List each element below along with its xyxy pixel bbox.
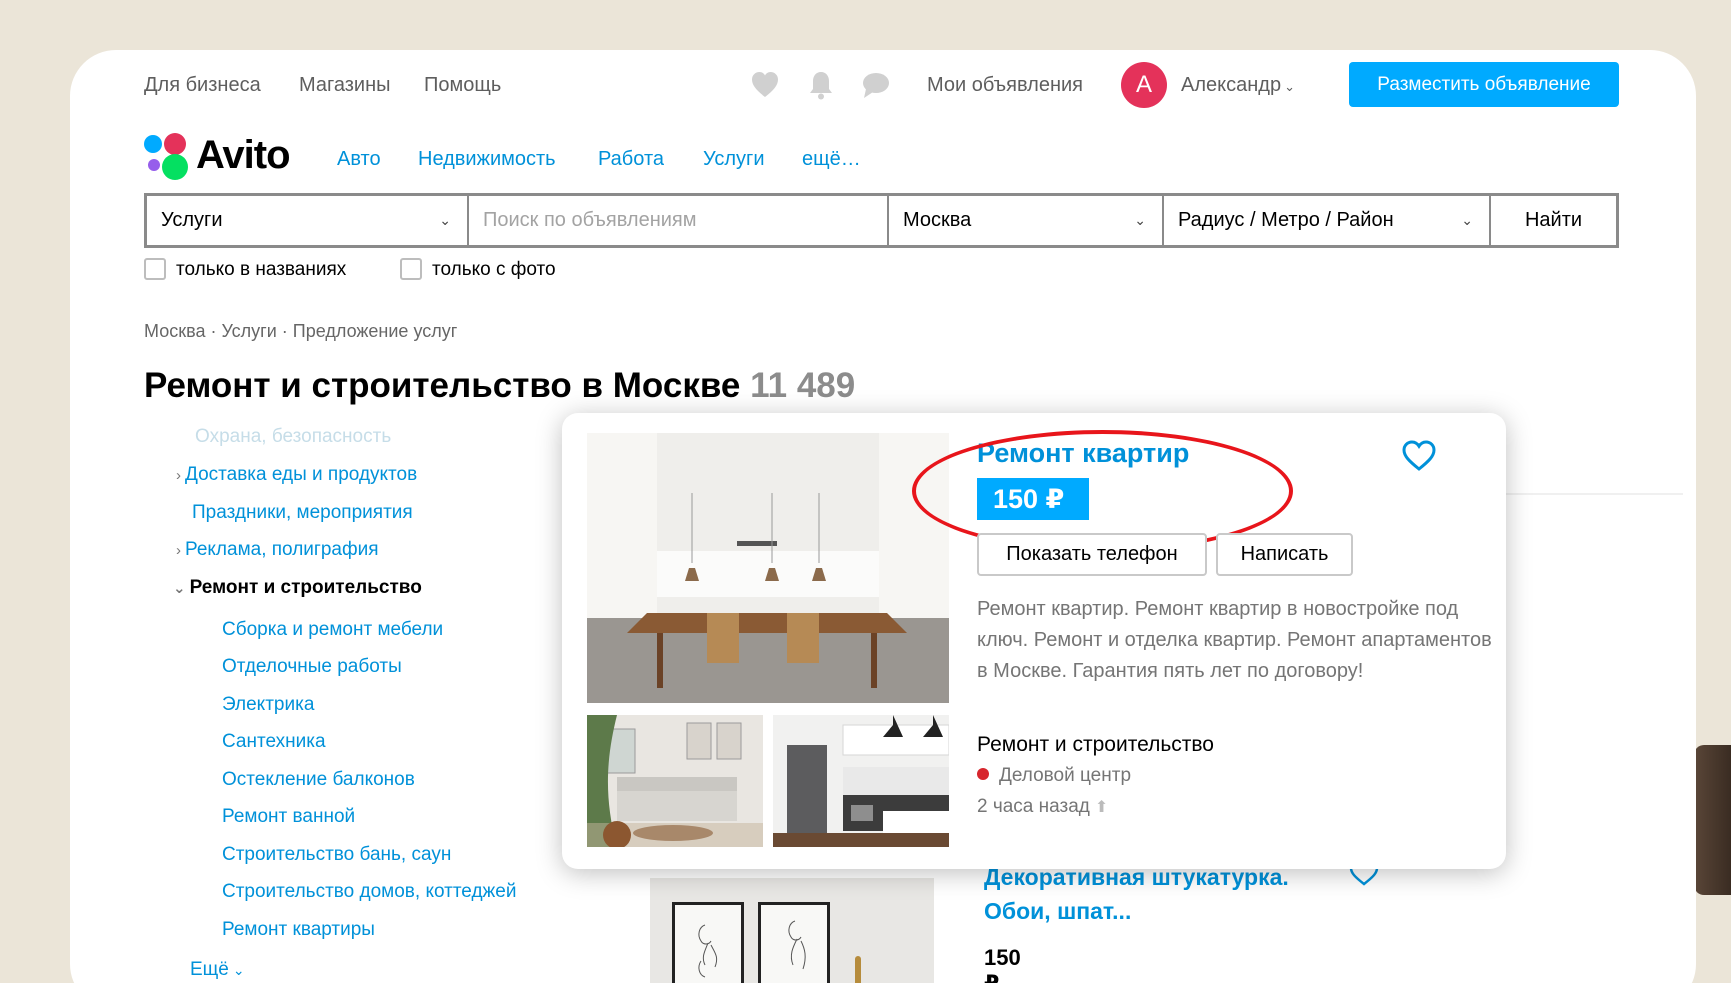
heart-icon[interactable] xyxy=(750,70,780,100)
logo-dot-blue xyxy=(144,135,162,153)
metro-dot-icon xyxy=(977,768,989,780)
logo-text: Avito xyxy=(196,133,291,177)
sidebar-subitem-finishing[interactable]: Отделочные работы xyxy=(222,656,402,678)
chevron-right-icon: › xyxy=(176,542,181,559)
background-figure xyxy=(1694,745,1731,895)
chevron-down-icon: ⌄ xyxy=(232,962,245,978)
favorite-heart-icon[interactable] xyxy=(1401,439,1437,473)
city-select[interactable]: Москва ⌄ xyxy=(889,196,1164,245)
chevron-down-icon: ⌄ xyxy=(439,212,451,228)
user-menu[interactable]: Александр ⌄ xyxy=(1181,74,1295,97)
nav-cat-realty[interactable]: Недвижимость xyxy=(418,148,556,171)
business-link[interactable]: Для бизнеса xyxy=(144,74,261,97)
sidebar-subitem-apartments[interactable]: Ремонт квартиры xyxy=(222,919,375,941)
titles-only-label: только в названиях xyxy=(176,259,347,280)
sidebar-more-label: Ещё xyxy=(190,959,229,980)
checkbox-box[interactable] xyxy=(144,258,166,280)
chevron-down-icon: ⌄ xyxy=(1461,212,1473,228)
help-link[interactable]: Помощь xyxy=(424,74,501,97)
ad-location: Деловой центр xyxy=(977,765,1131,787)
logo-dot-green xyxy=(162,154,188,180)
shops-link[interactable]: Магазины xyxy=(299,74,391,97)
chevron-down-icon: ⌄ xyxy=(1134,212,1146,228)
logo-dot-purple xyxy=(148,159,160,171)
ad-thumb-kitchen[interactable] xyxy=(773,715,949,847)
top-bar: Для бизнеса Магазины Помощь Мои объявлен… xyxy=(70,50,1696,120)
sidebar-more[interactable]: Ещё ⌄ xyxy=(190,959,245,981)
radius-select[interactable]: Радиус / Метро / Район ⌄ xyxy=(1164,196,1491,245)
search-input[interactable]: Поиск по объявлениям xyxy=(469,196,889,245)
checkbox-box[interactable] xyxy=(400,258,422,280)
category-select[interactable]: Услуги ⌄ xyxy=(147,196,469,245)
city-select-value: Москва xyxy=(903,209,972,231)
with-photo-label: только с фото xyxy=(432,259,556,280)
sidebar-subitem-plumbing[interactable]: Сантехника xyxy=(222,731,326,753)
logo-dot-red xyxy=(164,133,186,155)
ad-thumb-livingroom[interactable] xyxy=(587,715,763,847)
ad-category: Ремонт и строительство xyxy=(977,733,1214,756)
sidebar-subitem-bathroom[interactable]: Ремонт ванной xyxy=(222,806,355,828)
write-button[interactable]: Написать xyxy=(1216,533,1353,576)
chevron-right-icon: › xyxy=(176,467,181,484)
sidebar-subitem-furniture[interactable]: Сборка и ремонт мебели xyxy=(222,619,443,641)
ad-location-text: Деловой центр xyxy=(999,765,1132,786)
search-bar: Услуги ⌄ Поиск по объявлениям Москва ⌄ Р… xyxy=(144,193,1619,248)
wall-lamp xyxy=(855,956,861,983)
show-phone-button[interactable]: Показать телефон xyxy=(977,533,1207,576)
user-name: Александр xyxy=(1181,74,1282,96)
result-count: 11 489 xyxy=(750,366,856,405)
chat-icon[interactable] xyxy=(861,70,891,100)
sidebar-subitem-saunas[interactable]: Строительство бань, саун xyxy=(222,844,451,866)
avito-logo[interactable]: Avito xyxy=(144,133,304,183)
nav-cat-jobs[interactable]: Работа xyxy=(598,148,664,171)
page-title-text: Ремонт и строительство в Москве xyxy=(144,366,741,405)
raise-arrow-icon: ⬆ xyxy=(1094,799,1109,816)
nav-cat-more[interactable]: ещё… xyxy=(802,148,861,171)
sidebar-item-events[interactable]: Праздники, мероприятия xyxy=(192,502,413,524)
ad-description: Ремонт квартир. Ремонт квартир в новостр… xyxy=(977,598,1492,682)
sidebar-item-label: Реклама, полиграфия xyxy=(185,539,379,560)
next-ad-photo[interactable] xyxy=(650,878,934,983)
next-ad-title[interactable]: Декоративная штукатурка. Обои, шпат... xyxy=(984,860,1314,928)
art-frame xyxy=(672,902,744,983)
sidebar-subitem-houses[interactable]: Строительство домов, коттеджей xyxy=(222,881,516,903)
art-frame xyxy=(758,902,830,983)
post-ad-button[interactable]: Разместить объявление xyxy=(1349,62,1619,107)
sidebar-item-advertising[interactable]: › Реклама, полиграфия xyxy=(176,539,379,561)
sidebar-item-label: Ремонт и строительство xyxy=(189,577,422,598)
find-button[interactable]: Найти xyxy=(1491,196,1616,245)
nav-cat-auto[interactable]: Авто xyxy=(337,148,381,171)
radius-select-value: Радиус / Метро / Район xyxy=(1178,209,1394,231)
sidebar-item-repair[interactable]: ⌄ Ремонт и строительство xyxy=(173,577,422,599)
titles-only-checkbox[interactable]: только в названиях xyxy=(144,258,346,281)
ad-main-photo[interactable] xyxy=(587,433,949,703)
page-title: Ремонт и строительство в Москве 11 489 xyxy=(144,366,855,406)
ad-time: 2 часа назад ⬆ xyxy=(977,796,1108,818)
breadcrumb[interactable]: Москва · Услуги · Предложение услуг xyxy=(144,321,457,342)
chevron-down-icon: ⌄ xyxy=(1284,79,1295,94)
sidebar-item-security[interactable]: Охрана, безопасность xyxy=(195,426,391,448)
next-ad-price: 150 ₽ xyxy=(984,945,1021,983)
sidebar-item-food-delivery[interactable]: › Доставка еды и продуктов xyxy=(176,464,417,486)
sidebar-subitem-electrics[interactable]: Электрика xyxy=(222,694,314,716)
nav-cat-services[interactable]: Услуги xyxy=(703,148,765,171)
sidebar-subitem-balcony[interactable]: Остекление балконов xyxy=(222,769,415,791)
avatar[interactable]: A xyxy=(1121,62,1167,108)
category-select-value: Услуги xyxy=(161,209,223,231)
with-photo-checkbox[interactable]: только с фото xyxy=(400,258,556,281)
ad-time-text: 2 часа назад xyxy=(977,796,1090,817)
bell-icon[interactable] xyxy=(806,70,836,100)
sidebar-item-label: Доставка еды и продуктов xyxy=(185,464,418,485)
my-ads-link[interactable]: Мои объявления xyxy=(927,74,1083,97)
chevron-down-icon: ⌄ xyxy=(173,580,186,597)
